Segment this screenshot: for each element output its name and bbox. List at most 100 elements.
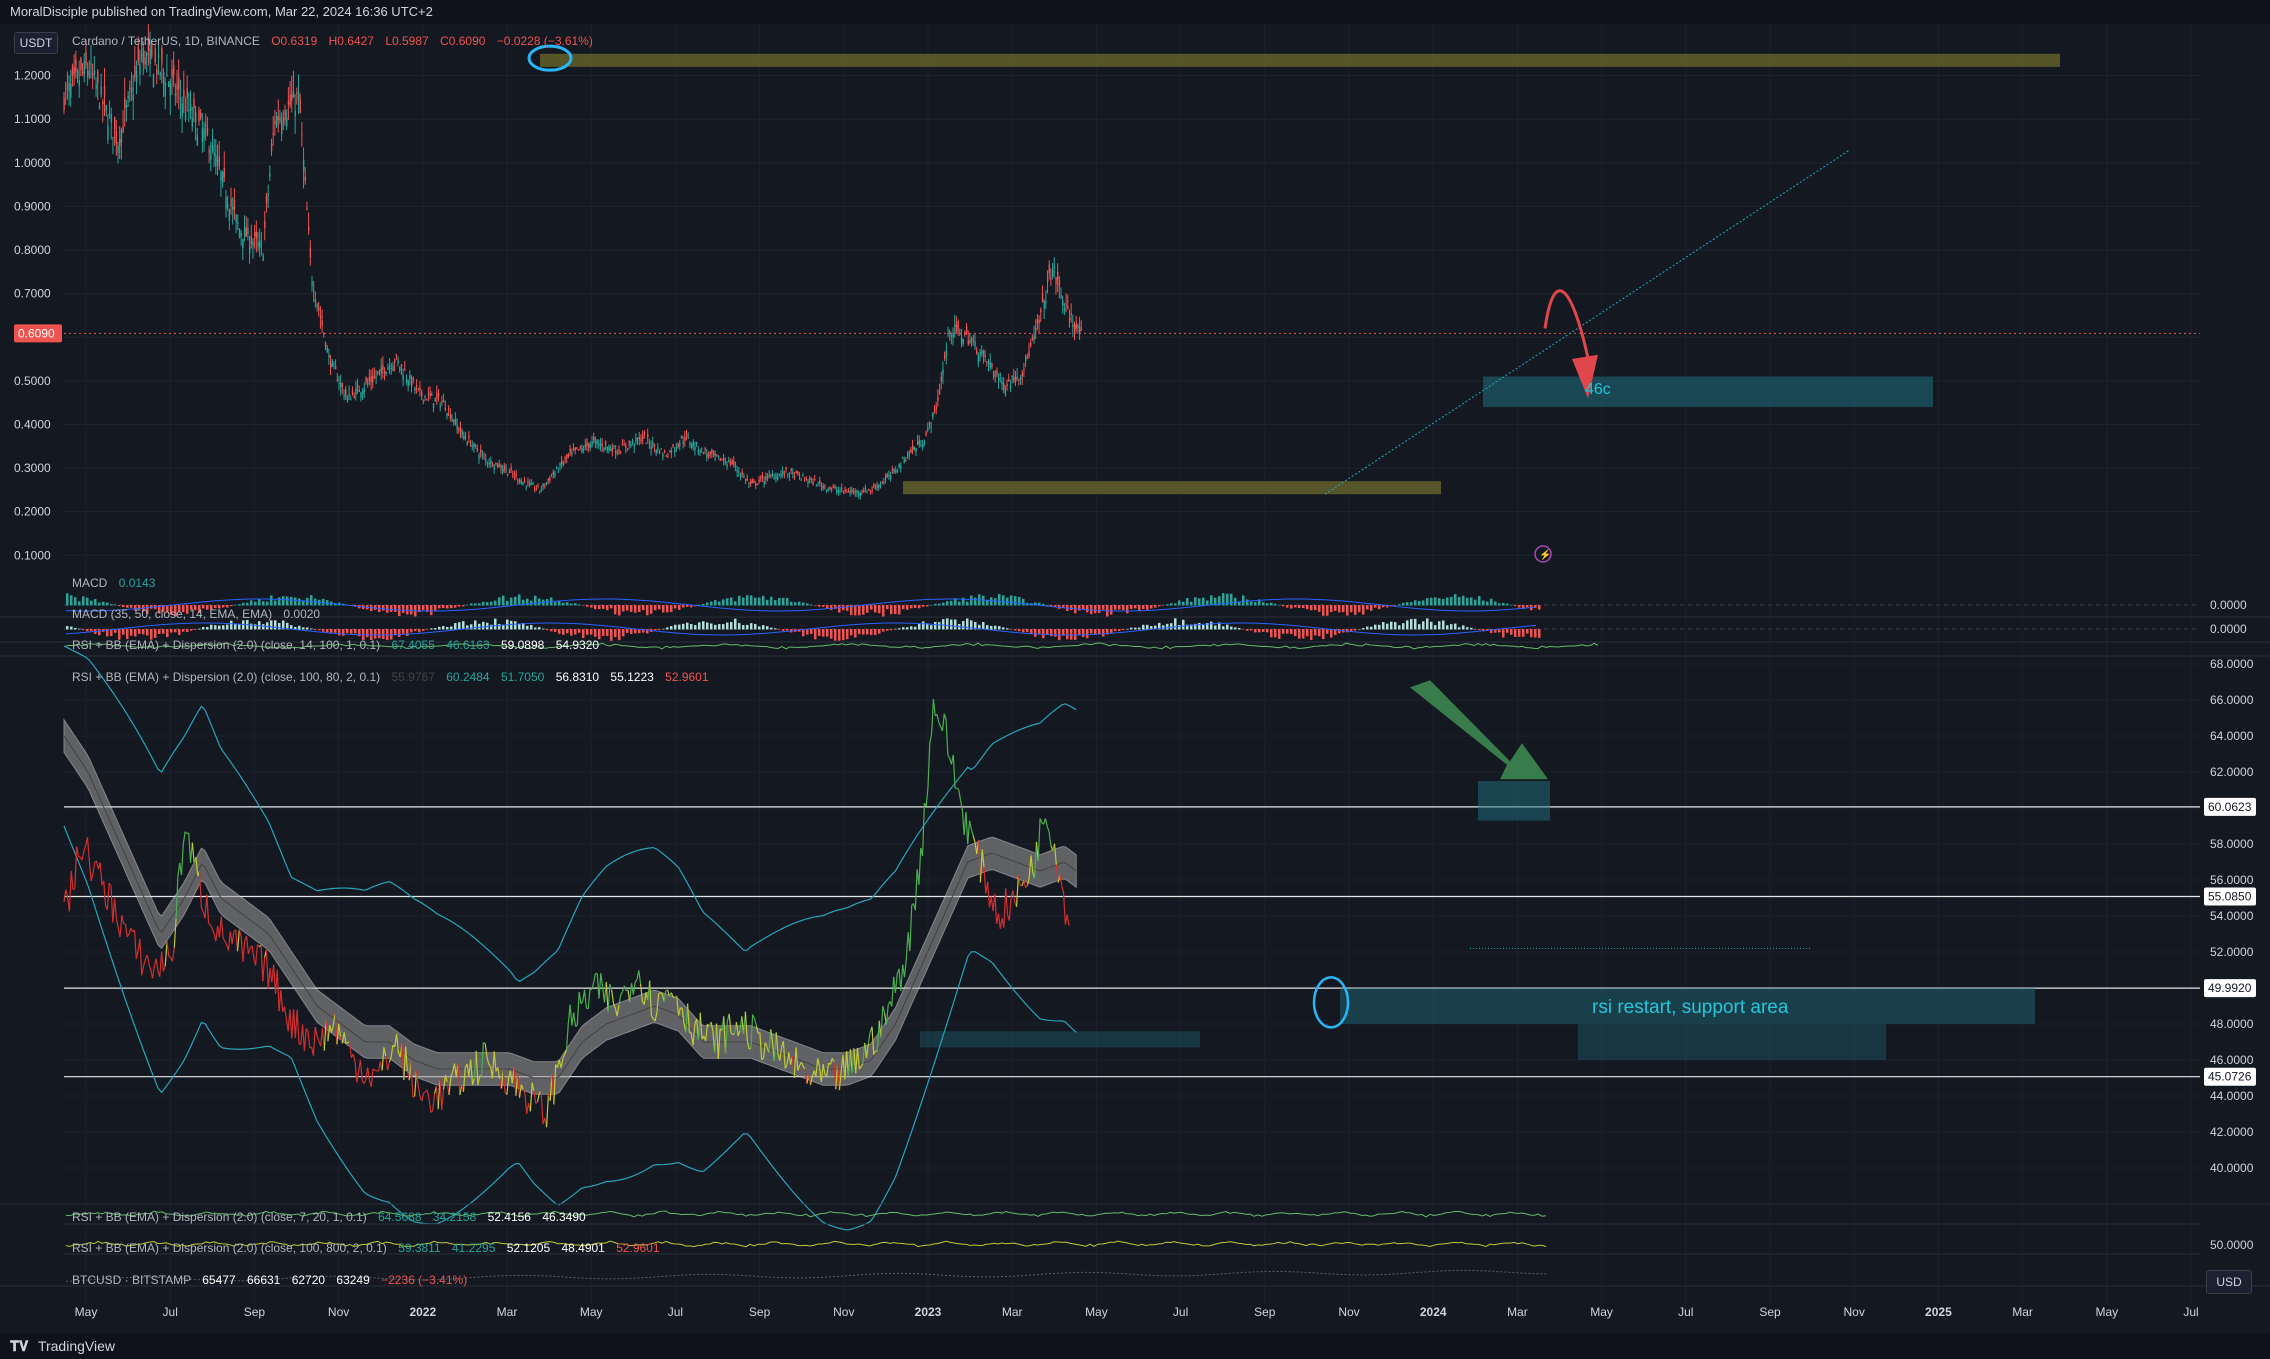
macd-bar	[950, 619, 953, 630]
macd-bar	[322, 629, 325, 632]
candle-body	[78, 80, 80, 87]
rsi-level-label: 55.0850	[2208, 889, 2252, 903]
candle-body	[653, 445, 656, 447]
macd-bar	[646, 605, 649, 616]
candle-body	[382, 364, 384, 370]
rsi-segment	[412, 1095, 415, 1098]
candle-body	[697, 450, 700, 453]
candle-body	[1023, 368, 1025, 370]
candle-body	[235, 214, 237, 223]
macd-bar	[1282, 605, 1285, 607]
candle-body	[857, 493, 860, 496]
candle-body	[80, 58, 82, 71]
candle-body	[65, 88, 67, 90]
candle-body	[313, 290, 315, 292]
macd-bar	[1134, 627, 1137, 630]
macd-bar	[450, 626, 453, 630]
macd-bar	[938, 622, 941, 630]
macd-bar	[1354, 605, 1357, 615]
candle-body	[869, 490, 872, 492]
macd-bar	[738, 595, 741, 606]
candle-body	[874, 487, 877, 490]
candle-body	[1018, 378, 1020, 380]
candle-body	[102, 101, 104, 105]
rsi-c-legend: RSI + BB (EMA) + Dispersion (2.0) (close…	[72, 1241, 660, 1255]
macd-bar	[1174, 603, 1177, 606]
macd-bar	[354, 629, 357, 634]
candle-body	[63, 97, 65, 110]
macd-bar	[1266, 603, 1269, 606]
macd-bar	[738, 623, 741, 630]
macd-bar	[1022, 598, 1025, 606]
candle-body	[238, 228, 241, 238]
macd-bar	[642, 605, 645, 611]
macd-bar	[226, 624, 229, 630]
macd-bar	[786, 597, 789, 606]
macd-bar	[494, 600, 497, 606]
candle-body	[976, 349, 978, 354]
macd-bar	[886, 605, 889, 610]
macd-bar	[958, 601, 961, 606]
macd-bar	[374, 605, 377, 610]
macd-bar	[1126, 605, 1129, 614]
macd-bar	[278, 597, 281, 606]
time-tick-label: Nov	[833, 1305, 854, 1319]
currency-selector-bottom[interactable]: USD	[2206, 1270, 2252, 1294]
macd-bar	[1386, 623, 1389, 630]
macd-bar	[430, 605, 433, 616]
macd-bar	[258, 598, 261, 606]
candle-body	[798, 475, 801, 477]
macd-bar	[294, 597, 297, 606]
candle-body	[572, 448, 575, 451]
candle-body	[965, 326, 968, 333]
macd-bar	[78, 628, 81, 630]
candle-body	[107, 125, 109, 140]
publisher-bar: MoralDisciple published on TradingView.c…	[0, 0, 2270, 24]
macd-bar	[1526, 605, 1529, 608]
candle-body	[760, 477, 762, 479]
candle-body	[871, 490, 873, 492]
candle-body	[603, 447, 605, 451]
macd-bar	[994, 598, 997, 606]
macd-bar	[1210, 595, 1213, 606]
candle-body	[421, 392, 423, 396]
macd-bar	[246, 602, 249, 606]
candle-body	[626, 448, 629, 451]
candle-body	[110, 114, 113, 123]
macd-bar	[1174, 618, 1177, 630]
candle-body	[144, 57, 146, 65]
rsi-mid-zone	[920, 1031, 1200, 1048]
candle-body	[945, 350, 948, 356]
candle-body	[577, 449, 580, 451]
time-tick-label: Sep	[1759, 1305, 1781, 1319]
macd-bar	[1474, 628, 1477, 630]
candle-body	[886, 474, 889, 478]
candle-body	[842, 490, 845, 492]
macd-bar	[382, 605, 385, 611]
candle-body	[567, 454, 570, 456]
candle-body	[940, 376, 943, 382]
candle-body	[834, 486, 836, 488]
candle-body	[424, 396, 426, 398]
candle-body	[888, 474, 890, 477]
candle-body	[137, 47, 140, 62]
currency-selector-top[interactable]: USDT	[14, 32, 58, 54]
tradingview-logo-icon[interactable]: 𝐓𝐕	[10, 1333, 28, 1359]
candle-body	[340, 382, 342, 388]
rsi-c-v4: 52.9601	[616, 1241, 660, 1255]
candle-body	[119, 138, 121, 147]
macd-bar	[730, 622, 733, 630]
candle-body	[937, 396, 939, 402]
macd-bar	[1482, 600, 1485, 606]
candle-body	[255, 231, 258, 239]
macd-bar	[1326, 629, 1329, 634]
macd-bar	[878, 605, 881, 614]
macd-bar	[766, 626, 769, 630]
candle-body	[846, 491, 848, 493]
candle-body	[162, 72, 165, 85]
macd-bar	[1454, 594, 1457, 606]
macd-bar	[250, 600, 253, 606]
macd-bar	[718, 601, 721, 606]
macd-bar	[1430, 597, 1433, 606]
candle-body	[468, 435, 470, 438]
